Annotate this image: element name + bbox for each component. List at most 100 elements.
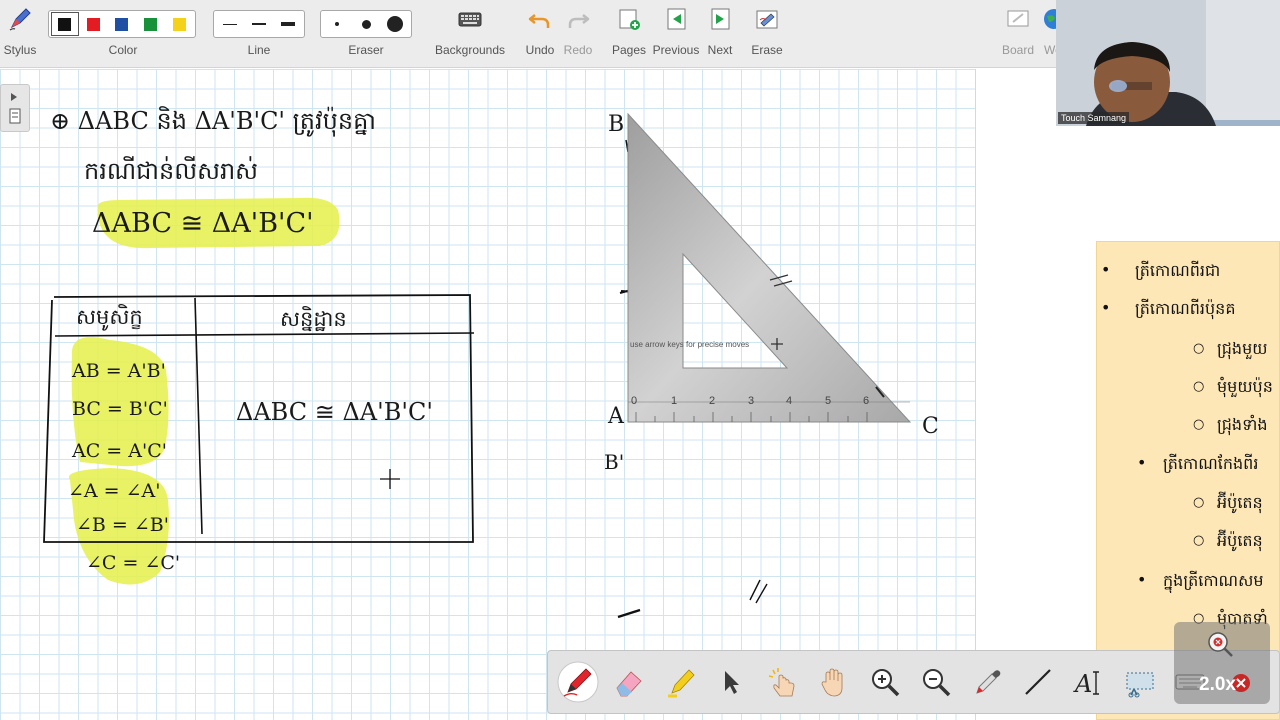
color-swatch-yellow[interactable] bbox=[166, 13, 192, 35]
eraser-medium-dot bbox=[361, 19, 371, 29]
swatch-green-fill bbox=[144, 17, 158, 31]
board-label: Board bbox=[1001, 43, 1035, 57]
bottom-tool-dock: A bbox=[547, 650, 1280, 714]
pages-button[interactable]: Pages bbox=[610, 0, 648, 68]
table-header-left: សមូសិក្ខ bbox=[76, 305, 143, 329]
eraser-large-dot bbox=[387, 16, 403, 32]
ruler-label-2: 2 bbox=[709, 395, 716, 407]
handwritten-line-1: ⊕ ΔABC និង ΔA'B'C' ត្រូវប៉ុនគ្នា bbox=[50, 107, 376, 135]
line-group: Line bbox=[213, 0, 305, 68]
line-medium-option[interactable] bbox=[246, 13, 272, 35]
undo-icon bbox=[528, 14, 550, 28]
erase-button[interactable]: Erase bbox=[747, 0, 787, 68]
zoom-in-button[interactable] bbox=[864, 661, 906, 703]
ruler-label-1: 1 bbox=[671, 395, 678, 407]
globe-icon bbox=[1044, 9, 1056, 29]
ruler-label-5: 5 bbox=[825, 395, 832, 407]
laser-pointer-button[interactable] bbox=[762, 661, 804, 703]
notes-item-3-text: ជ្រុងមួយ bbox=[1217, 339, 1268, 358]
ruler-label-4: 4 bbox=[786, 395, 793, 407]
eraser-large-option[interactable] bbox=[382, 13, 408, 35]
select-tool-button[interactable] bbox=[710, 661, 752, 703]
cursor-arrow-icon bbox=[725, 671, 739, 694]
notes-item-5: ○ ជ្រុងទាំង bbox=[1193, 414, 1268, 438]
screen-capture-button[interactable] bbox=[1119, 661, 1161, 703]
color-swatch-red[interactable] bbox=[81, 13, 107, 35]
notes-item-9-text: ក្នុងត្រីកោណសម bbox=[1163, 571, 1264, 590]
bullet-icon: • bbox=[1101, 298, 1111, 317]
participant-name: Touch Samnang bbox=[1058, 112, 1130, 124]
pages-label: Pages bbox=[611, 43, 647, 57]
notes-item-2: • ត្រីកោណពីរប៉ុនគ bbox=[1101, 298, 1235, 322]
color-group: Color bbox=[48, 0, 198, 68]
color-swatch-black[interactable] bbox=[51, 12, 79, 36]
zoom-out-button[interactable] bbox=[915, 661, 957, 703]
presenter-silhouette bbox=[1056, 0, 1280, 126]
bullet-icon: • bbox=[1137, 453, 1147, 472]
highlighter-tool-button[interactable] bbox=[660, 661, 702, 703]
table-row-5: ∠B = ∠B' bbox=[76, 514, 169, 536]
line-medium-sample bbox=[252, 23, 266, 25]
zoom-close-icon[interactable] bbox=[1204, 630, 1240, 666]
notes-item-6: • ត្រីកោណកែងពីរ bbox=[1137, 453, 1258, 477]
previous-button[interactable]: Previous bbox=[652, 0, 700, 68]
eraser-tool-button[interactable] bbox=[608, 661, 650, 703]
swatch-black-fill bbox=[58, 17, 72, 31]
stylus-tool[interactable]: Stylus bbox=[0, 0, 40, 68]
color-label: Color bbox=[108, 43, 138, 57]
table-row-1: AB = A'B' bbox=[72, 360, 166, 382]
handwritten-line-2: ករណីជាន់លីសរាស់ bbox=[84, 157, 259, 185]
circle-bullet-icon: ○ bbox=[1193, 417, 1205, 432]
stylus-icon bbox=[9, 8, 31, 31]
table-row-4: ∠A = ∠A' bbox=[68, 480, 161, 502]
next-page-icon bbox=[711, 8, 730, 30]
ruler-label-0: 0 bbox=[631, 395, 638, 407]
set-square-tool[interactable] bbox=[600, 100, 940, 440]
text-tool-button[interactable]: A bbox=[1067, 661, 1109, 703]
eraser-label: Eraser bbox=[348, 43, 384, 57]
eraser-medium-option[interactable] bbox=[353, 13, 379, 35]
line-tool-button[interactable] bbox=[1017, 661, 1059, 703]
table-header-right: សន្និដ្ឋាន bbox=[280, 307, 347, 331]
line-thin-option[interactable] bbox=[217, 13, 243, 35]
bullet-icon: • bbox=[1101, 260, 1111, 279]
table-conclusion: ΔABC ≅ ΔA'B'C' bbox=[236, 398, 433, 426]
notes-item-4-text: មុំមួយប៉ុន bbox=[1217, 377, 1273, 396]
pen-icon bbox=[557, 661, 599, 703]
line-thick-option[interactable] bbox=[275, 13, 301, 35]
redo-button[interactable]: Redo bbox=[560, 0, 596, 68]
notes-item-5-text: ជ្រុងទាំង bbox=[1217, 415, 1268, 434]
pen-tool-button[interactable] bbox=[557, 661, 599, 703]
web-label: We bbox=[1044, 43, 1056, 57]
eraser-group: Eraser bbox=[320, 0, 412, 68]
zoom-level: 2.0x bbox=[1199, 674, 1236, 695]
undo-button[interactable]: Undo bbox=[522, 0, 558, 68]
color-picker-button[interactable] bbox=[967, 661, 1009, 703]
circle-bullet-icon: ○ bbox=[1193, 495, 1205, 510]
set-square-body bbox=[627, 112, 912, 423]
notes-item-9: • ក្នុងត្រីកោណសម bbox=[1137, 570, 1264, 594]
notes-item-8-text: អ៊ីប៉ូតេនុ bbox=[1217, 531, 1263, 550]
web-button[interactable]: We bbox=[1040, 0, 1056, 68]
capture-icon bbox=[1126, 672, 1154, 698]
side-panel-toggle[interactable] bbox=[0, 84, 30, 132]
notes-item-1: • ត្រីកោណពីរជា bbox=[1101, 260, 1220, 284]
next-button[interactable]: Next bbox=[703, 0, 737, 68]
swatch-red-fill bbox=[86, 17, 100, 31]
keyboard-icon bbox=[458, 12, 482, 27]
circle-bullet-icon: ○ bbox=[1193, 341, 1205, 356]
webcam-video[interactable]: Touch Samnang bbox=[1056, 0, 1280, 126]
color-swatch-blue[interactable] bbox=[109, 13, 135, 35]
board-button[interactable]: Board bbox=[1000, 0, 1036, 68]
eraser-small-option[interactable] bbox=[324, 13, 350, 35]
side-panel-icon bbox=[9, 93, 21, 124]
table-row-6: ∠C = ∠C' bbox=[86, 552, 181, 574]
text-icon: A bbox=[1073, 670, 1099, 698]
previous-label: Previous bbox=[652, 43, 700, 57]
swatch-blue-fill bbox=[115, 17, 129, 31]
backgrounds-button[interactable]: Backgrounds bbox=[432, 0, 508, 68]
set-square-hint: use arrow keys for precise moves bbox=[630, 340, 750, 349]
color-swatch-green[interactable] bbox=[138, 13, 164, 35]
next-label: Next bbox=[707, 43, 733, 57]
pan-tool-button[interactable] bbox=[813, 661, 855, 703]
